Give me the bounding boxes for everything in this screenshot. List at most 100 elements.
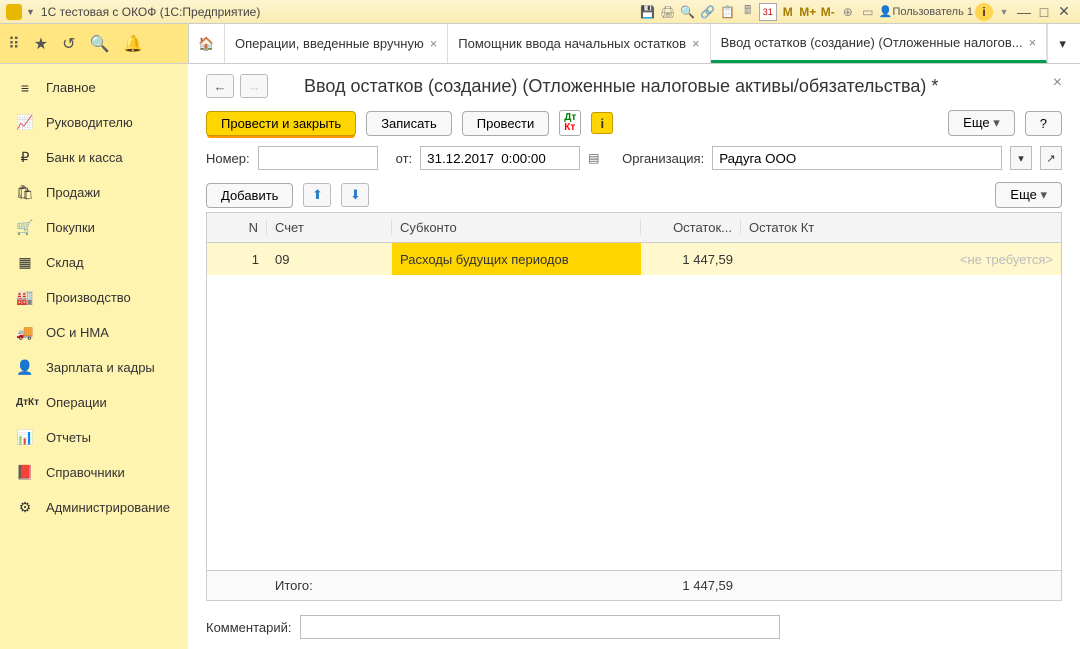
history-icon[interactable]: ↺: [62, 34, 75, 54]
tabs-area: 🏠 Операции, введенные вручную × Помощник…: [188, 24, 1080, 63]
scale-m-icon[interactable]: M: [779, 3, 797, 21]
chart-icon: 📈: [16, 114, 34, 131]
cell-subconto[interactable]: Расходы будущих периодов: [392, 243, 641, 275]
organization-open-button[interactable]: ↗: [1040, 146, 1062, 170]
col-header-balance-dt[interactable]: Остаток...: [641, 220, 741, 235]
sidebar-item-label: Покупки: [46, 220, 95, 235]
nav-back-button[interactable]: ←: [206, 74, 234, 98]
number-label: Номер:: [206, 151, 250, 166]
sidebar-item-label: Руководителю: [46, 115, 133, 130]
number-input[interactable]: [258, 146, 378, 170]
move-down-button[interactable]: ⬇: [341, 183, 369, 207]
sidebar-item-production[interactable]: 🏭Производство: [0, 280, 188, 315]
help-button[interactable]: ?: [1025, 111, 1062, 136]
calendar-icon[interactable]: 31: [759, 3, 777, 21]
tab-close-icon[interactable]: ×: [1029, 35, 1037, 50]
zoom-icon[interactable]: ⊕: [839, 3, 857, 21]
scale-mminus-icon[interactable]: M-: [819, 3, 837, 21]
currency-icon: ₽: [16, 149, 34, 166]
search-toolbar-icon[interactable]: 🔍: [89, 34, 109, 54]
maximize-icon[interactable]: □: [1035, 3, 1053, 21]
book-icon: 📕: [16, 464, 34, 481]
tab-close-icon[interactable]: ×: [430, 36, 438, 51]
scale-mplus-icon[interactable]: M+: [799, 3, 817, 21]
app-icon: [6, 4, 22, 20]
dtkt-icon: ДтКт: [16, 397, 34, 408]
post-and-close-button[interactable]: Провести и закрыть: [206, 111, 356, 136]
command-bar: Провести и закрыть Записать Провести ДтК…: [206, 110, 1062, 136]
sidebar-item-label: Зарплата и кадры: [46, 360, 155, 375]
col-header-balance-kt[interactable]: Остаток Кт: [741, 220, 1061, 235]
post-button[interactable]: Провести: [462, 111, 550, 136]
sidebar-item-label: Производство: [46, 290, 131, 305]
organization-input[interactable]: [712, 146, 1002, 170]
tabs-more-dropdown[interactable]: ▾: [1047, 24, 1077, 63]
panel-icon[interactable]: ▭: [859, 3, 877, 21]
sidebar-item-main[interactable]: ≡Главное: [0, 70, 188, 105]
sidebar-item-label: Справочники: [46, 465, 125, 480]
date-input[interactable]: [420, 146, 580, 170]
form-content: × ← → Ввод остатков (создание) (Отложенн…: [188, 64, 1080, 649]
footer-total-label: Итого:: [267, 578, 392, 593]
tab-close-icon[interactable]: ×: [692, 36, 700, 51]
comment-label: Комментарий:: [206, 620, 292, 635]
info-icon[interactable]: i: [975, 3, 993, 21]
sidebar-item-assets[interactable]: 🚚ОС и НМА: [0, 315, 188, 350]
col-header-subconto[interactable]: Субконто: [392, 220, 641, 235]
sidebar-item-reports[interactable]: 📊 Отчеты: [0, 420, 188, 455]
tab-operations-manual[interactable]: Операции, введенные вручную ×: [225, 24, 448, 63]
app-menu-dropdown-icon[interactable]: ▼: [26, 7, 35, 17]
sidebar-item-operations[interactable]: ДтКтОперации: [0, 385, 188, 420]
truck-icon: 🚚: [16, 324, 34, 341]
date-list-icon[interactable]: ▤: [588, 151, 604, 165]
save-button[interactable]: Записать: [366, 111, 452, 136]
sidebar-item-sales[interactable]: 🛍Продажи: [0, 175, 188, 210]
apps-icon[interactable]: ⠿: [8, 34, 20, 54]
sidebar: ≡Главное 📈 Руководителю ₽Банк и касса 🛍Пр…: [0, 64, 188, 649]
grid-body[interactable]: 1 09 Расходы будущих периодов 1 447,59 <…: [207, 243, 1061, 570]
minimize-icon[interactable]: —: [1015, 3, 1033, 21]
dtkt-button[interactable]: ДтКт: [559, 110, 581, 136]
org-label: Организация:: [622, 151, 704, 166]
sidebar-item-catalogs[interactable]: 📕 Справочники: [0, 455, 188, 490]
move-up-button[interactable]: ⬆: [303, 183, 331, 207]
cell-account: 09: [267, 243, 392, 275]
save-icon[interactable]: 💾: [639, 3, 657, 21]
add-row-button[interactable]: Добавить: [206, 183, 293, 208]
barchart-icon: 📊: [16, 429, 34, 446]
link-icon[interactable]: 🔗: [699, 3, 717, 21]
user-name: Пользователь 1: [892, 6, 973, 18]
sidebar-item-admin[interactable]: ⚙Администрирование: [0, 490, 188, 525]
more-button[interactable]: Еще: [948, 110, 1015, 136]
sidebar-item-label: Главное: [46, 80, 96, 95]
print-icon[interactable]: 🖨: [659, 3, 677, 21]
sidebar-item-label: Отчеты: [46, 430, 91, 445]
search-icon[interactable]: 🔍: [679, 3, 697, 21]
home-tab[interactable]: 🏠: [189, 24, 225, 63]
table-more-button[interactable]: Еще: [995, 182, 1062, 208]
grid-row[interactable]: 1 09 Расходы будущих периодов 1 447,59 <…: [207, 243, 1061, 275]
col-header-n[interactable]: N: [207, 220, 267, 235]
form-info-button[interactable]: i: [591, 112, 613, 134]
sidebar-item-manager[interactable]: 📈 Руководителю: [0, 105, 188, 140]
sidebar-item-hr[interactable]: 👤 Зарплата и кадры: [0, 350, 188, 385]
sidebar-item-purchases[interactable]: 🛒Покупки: [0, 210, 188, 245]
person-icon: 👤: [16, 359, 34, 376]
favorite-icon[interactable]: ★: [34, 34, 48, 54]
grid-header: N Счет Субконто Остаток... Остаток Кт: [207, 213, 1061, 243]
tab-enter-balances[interactable]: Ввод остатков (создание) (Отложенные нал…: [711, 24, 1048, 63]
calculator-icon[interactable]: 🖩: [739, 3, 757, 21]
organization-dropdown-button[interactable]: ▾: [1010, 146, 1032, 170]
col-header-account[interactable]: Счет: [267, 220, 392, 235]
comment-input[interactable]: [300, 615, 780, 639]
user-label[interactable]: 👤 Пользователь 1: [879, 3, 973, 21]
info-dropdown-icon[interactable]: ▼: [995, 3, 1013, 21]
close-form-icon[interactable]: ×: [1053, 74, 1062, 92]
sidebar-item-warehouse[interactable]: ▦Склад: [0, 245, 188, 280]
close-window-icon[interactable]: ✕: [1055, 3, 1073, 21]
sidebar-item-bank[interactable]: ₽Банк и касса: [0, 140, 188, 175]
tab-initial-balances-helper[interactable]: Помощник ввода начальных остатков ×: [448, 24, 710, 63]
clipboard-icon[interactable]: 📋: [719, 3, 737, 21]
nav-forward-button[interactable]: →: [240, 74, 268, 98]
notifications-icon[interactable]: 🔔: [123, 34, 143, 54]
